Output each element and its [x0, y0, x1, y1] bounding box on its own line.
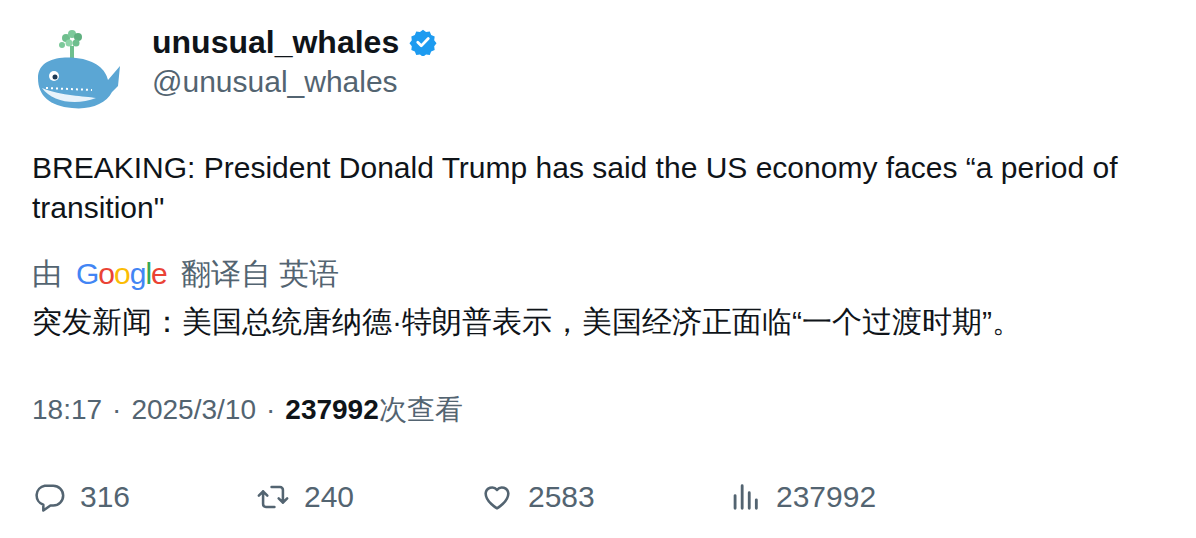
separator: ·: [112, 390, 121, 430]
reply-count: 316: [80, 480, 130, 514]
account-info: unusual_whales @unusual_whales: [152, 22, 437, 102]
translation-prefix: 由: [32, 254, 62, 294]
views-button[interactable]: 237992: [728, 472, 1164, 522]
like-count: 2583: [528, 480, 595, 514]
view-count: 237992次查看: [285, 390, 462, 430]
tweet-time[interactable]: 18:17: [32, 390, 102, 430]
whale-avatar-icon[interactable]: [32, 26, 124, 118]
tweet-text: BREAKING: President Donald Trump has sai…: [32, 148, 1162, 228]
translation-label[interactable]: 由 Google 翻译自 英语: [32, 254, 1164, 294]
like-button[interactable]: 2583: [480, 472, 728, 522]
translation-source: 翻译自 英语: [181, 254, 339, 294]
heart-icon: [480, 480, 514, 514]
handle[interactable]: @unusual_whales: [152, 62, 437, 102]
translation-text: 突发新闻：美国总统唐纳德·特朗普表示，美国经济正面临“一个过渡时期”。: [32, 302, 1164, 342]
retweet-button[interactable]: 240: [256, 472, 480, 522]
retweet-count: 240: [304, 480, 354, 514]
tweet-date[interactable]: 2025/3/10: [131, 390, 256, 430]
google-logo: Google: [76, 254, 167, 294]
tweet: unusual_whales @unusual_whales BREAKING:…: [0, 0, 1196, 538]
verified-badge-icon: [409, 28, 437, 56]
tweet-header: unusual_whales @unusual_whales: [32, 22, 1164, 118]
tweet-meta: 18:17 · 2025/3/10 · 237992次查看: [32, 390, 1164, 430]
bar-chart-icon: [728, 480, 762, 514]
separator: ·: [266, 390, 275, 430]
reply-icon: [32, 480, 66, 514]
retweet-icon: [256, 480, 290, 514]
reply-button[interactable]: 316: [32, 472, 256, 522]
views-count: 237992: [776, 480, 876, 514]
name-row: unusual_whales: [152, 22, 437, 62]
action-bar: 316 240 2583 237992: [32, 472, 1164, 522]
display-name[interactable]: unusual_whales: [152, 22, 399, 62]
